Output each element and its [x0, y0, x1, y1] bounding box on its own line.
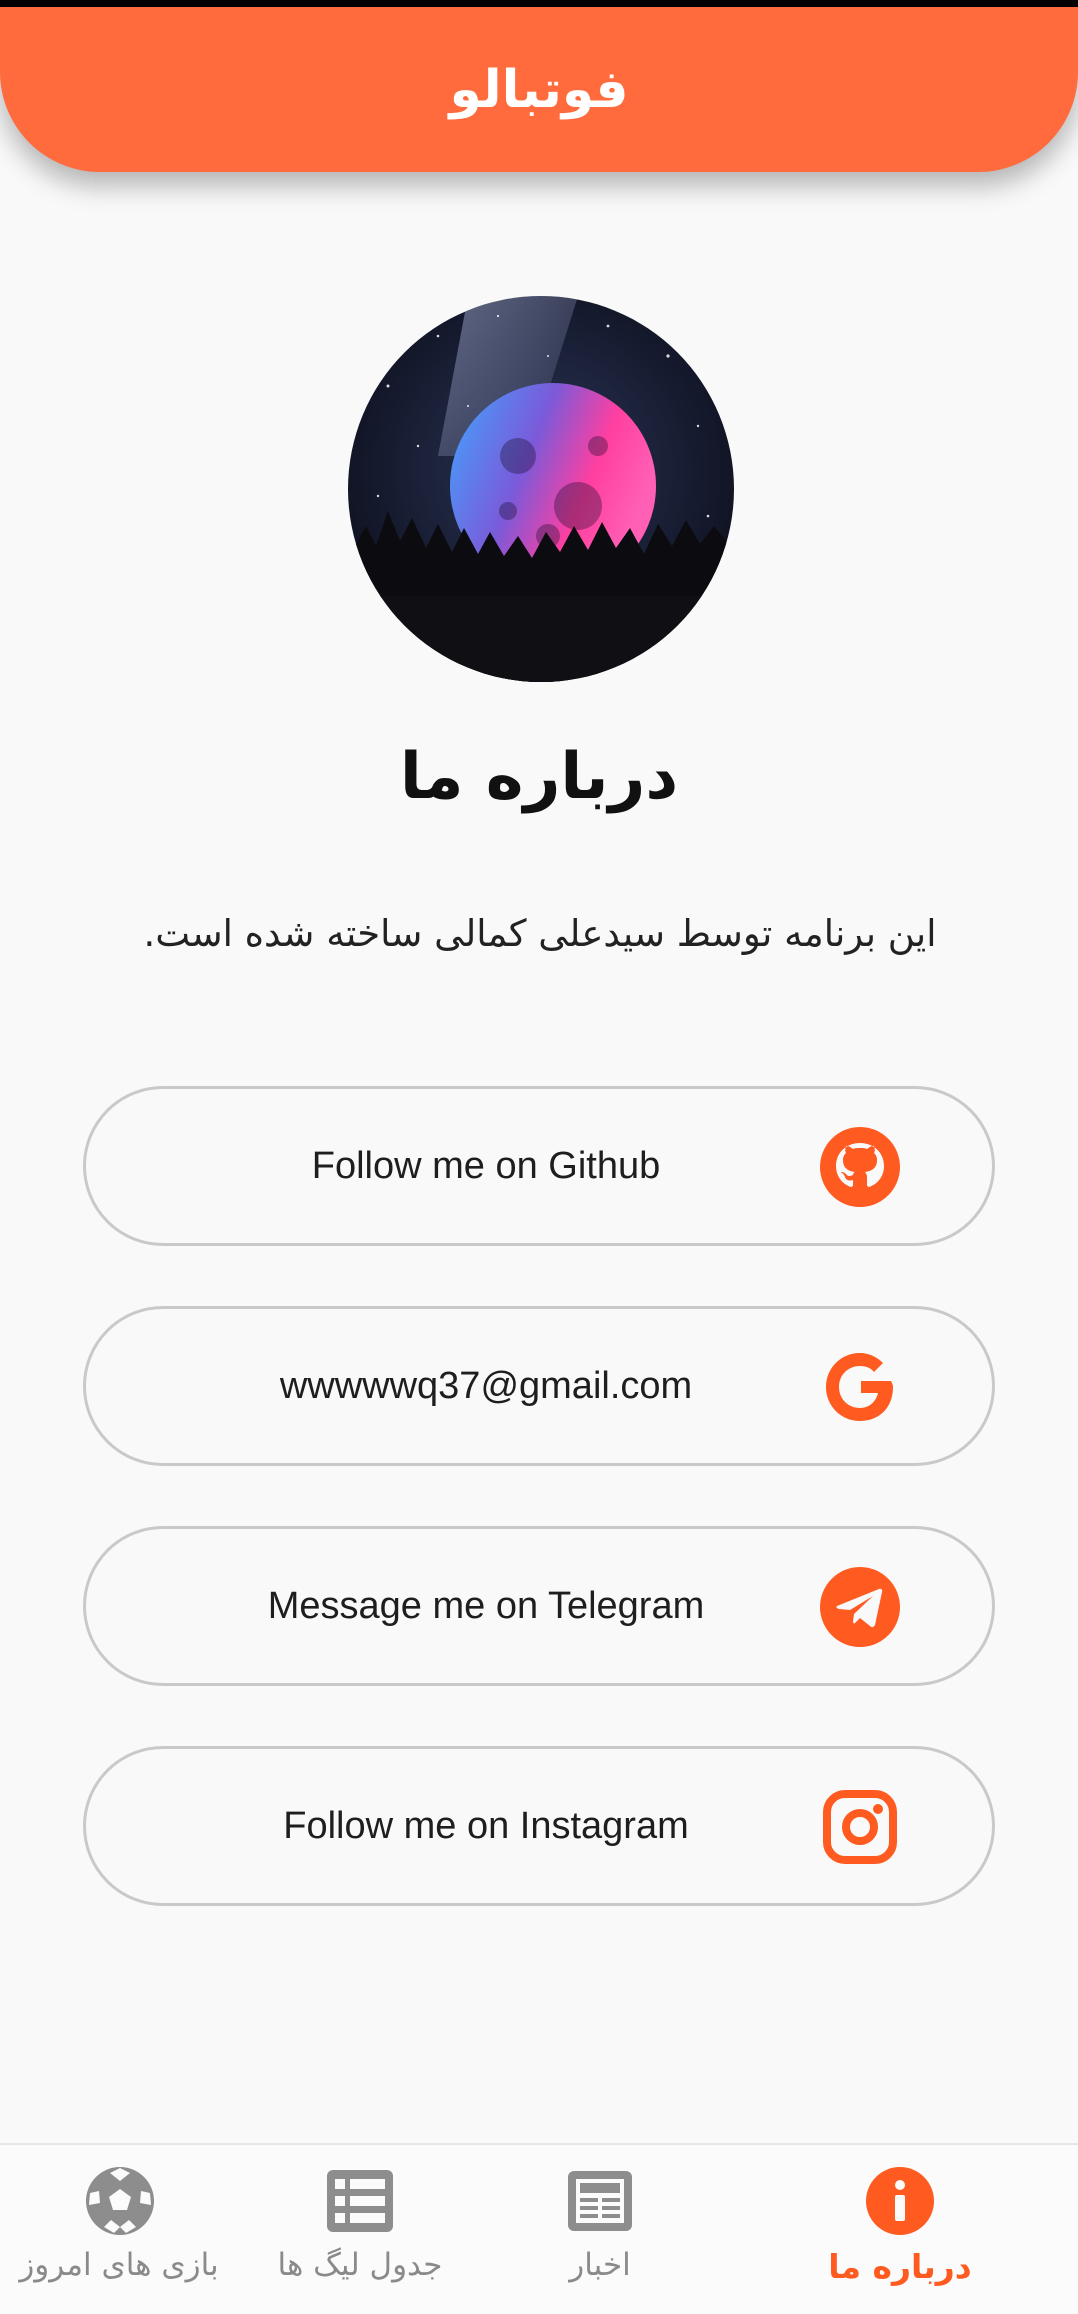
google-icon: [820, 1347, 900, 1427]
app-title: فوتبالو: [449, 59, 629, 120]
table-list-icon: [324, 2165, 396, 2237]
telegram-icon: [820, 1567, 900, 1647]
about-description: این برنامه توسط سیدعلی کمالی ساخته شده ا…: [143, 912, 937, 955]
instagram-icon: [820, 1787, 900, 1867]
github-icon: [820, 1127, 900, 1207]
nav-label-league-tables: جدول لیگ ها: [277, 2247, 443, 2283]
telegram-button[interactable]: Message me on Telegram: [83, 1526, 995, 1686]
nav-label-today-games: بازی های امروز: [19, 2247, 219, 2283]
nav-item-today-games[interactable]: بازی های امروز: [0, 2145, 238, 2314]
instagram-button[interactable]: Follow me on Instagram: [83, 1746, 995, 1906]
newspaper-icon: [564, 2165, 636, 2237]
bottom-navigation: بازی های امروز جدول لیگ ها اخبار درباره …: [0, 2143, 1078, 2314]
nav-item-news[interactable]: اخبار: [490, 2145, 710, 2314]
gmail-button[interactable]: wwwwwq37@gmail.com: [83, 1306, 995, 1466]
instagram-button-label: Follow me on Instagram: [283, 1804, 689, 1847]
github-button-label: Follow me on Github: [311, 1144, 661, 1187]
telegram-button-label: Message me on Telegram: [267, 1584, 705, 1627]
status-bar: [0, 0, 1078, 7]
soccer-ball-icon: [84, 2165, 156, 2237]
about-title: درباره ما: [399, 740, 679, 814]
nav-item-league-tables[interactable]: جدول لیگ ها: [245, 2145, 475, 2314]
nav-label-news: اخبار: [569, 2247, 631, 2283]
app-bar: فوتبالو: [0, 7, 1078, 172]
github-button[interactable]: Follow me on Github: [83, 1086, 995, 1246]
nav-label-about-us: درباره ما: [828, 2247, 972, 2286]
avatar: [348, 296, 734, 682]
gmail-button-label: wwwwwq37@gmail.com: [279, 1364, 693, 1407]
nav-item-about-us[interactable]: درباره ما: [800, 2145, 1000, 2314]
moon-night-image: [348, 296, 734, 682]
info-icon: [864, 2165, 936, 2237]
